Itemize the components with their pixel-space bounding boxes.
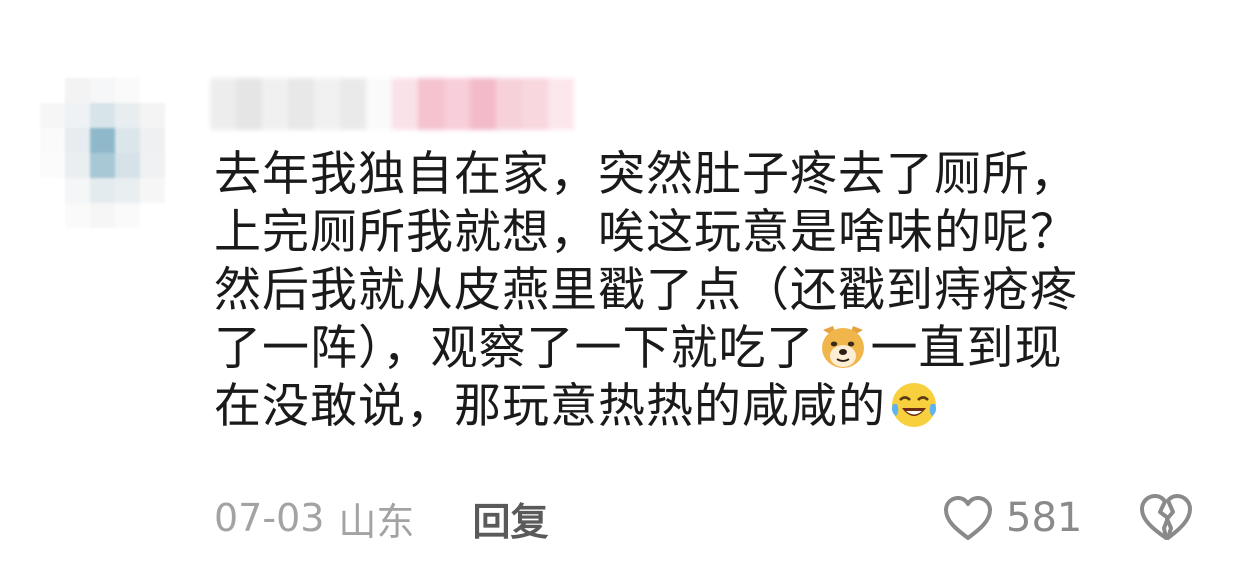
comment-line: 然后我就从皮燕里戳了点（还戳到痔疮疼 (214, 263, 1078, 318)
reply-button[interactable]: 回复 (472, 491, 548, 546)
username-blurred[interactable] (210, 78, 580, 130)
comment-line: 了一阵），观察了一下就吃了 一直到现 (214, 320, 1204, 378)
comment-line-part: 在没敢说，那玩意热热的咸咸的 (214, 379, 886, 434)
heart-outline-icon (944, 496, 992, 540)
comment-line-part: 了一阵），观察了一下就吃了 (214, 321, 815, 376)
broken-heart-outline-icon (1140, 494, 1192, 540)
comment-item: 去年我独自在家，突然肚子疼去了厕所， 上完厕所我就想，唉这玩意是啥味的呢？ 然后… (0, 0, 1260, 577)
comment-date: 07-03 (214, 496, 325, 540)
comment-text: 去年我独自在家，突然肚子疼去了厕所， 上完厕所我就想，唉这玩意是啥味的呢？ 然后… (214, 146, 1204, 436)
comment-location: 山东 (338, 499, 415, 544)
like-count: 581 (1006, 495, 1083, 541)
like-button[interactable]: 581 (942, 490, 1082, 546)
comment-meta: 07-03 山东 回复 (214, 490, 548, 546)
crying-laughing-emoji (892, 383, 936, 427)
comment-line: 在没敢说，那玩意热热的咸咸的 (214, 378, 1204, 436)
comment-line: 上完厕所我就想，唉这玩意是啥味的呢？ (214, 205, 1078, 260)
comment-line-part: 一直到现 (870, 321, 1063, 376)
avatar[interactable] (40, 78, 190, 228)
comment-line: 去年我独自在家，突然肚子疼去了厕所， (214, 147, 1078, 202)
dislike-button[interactable] (1138, 492, 1194, 542)
doge-emoji (821, 326, 864, 368)
